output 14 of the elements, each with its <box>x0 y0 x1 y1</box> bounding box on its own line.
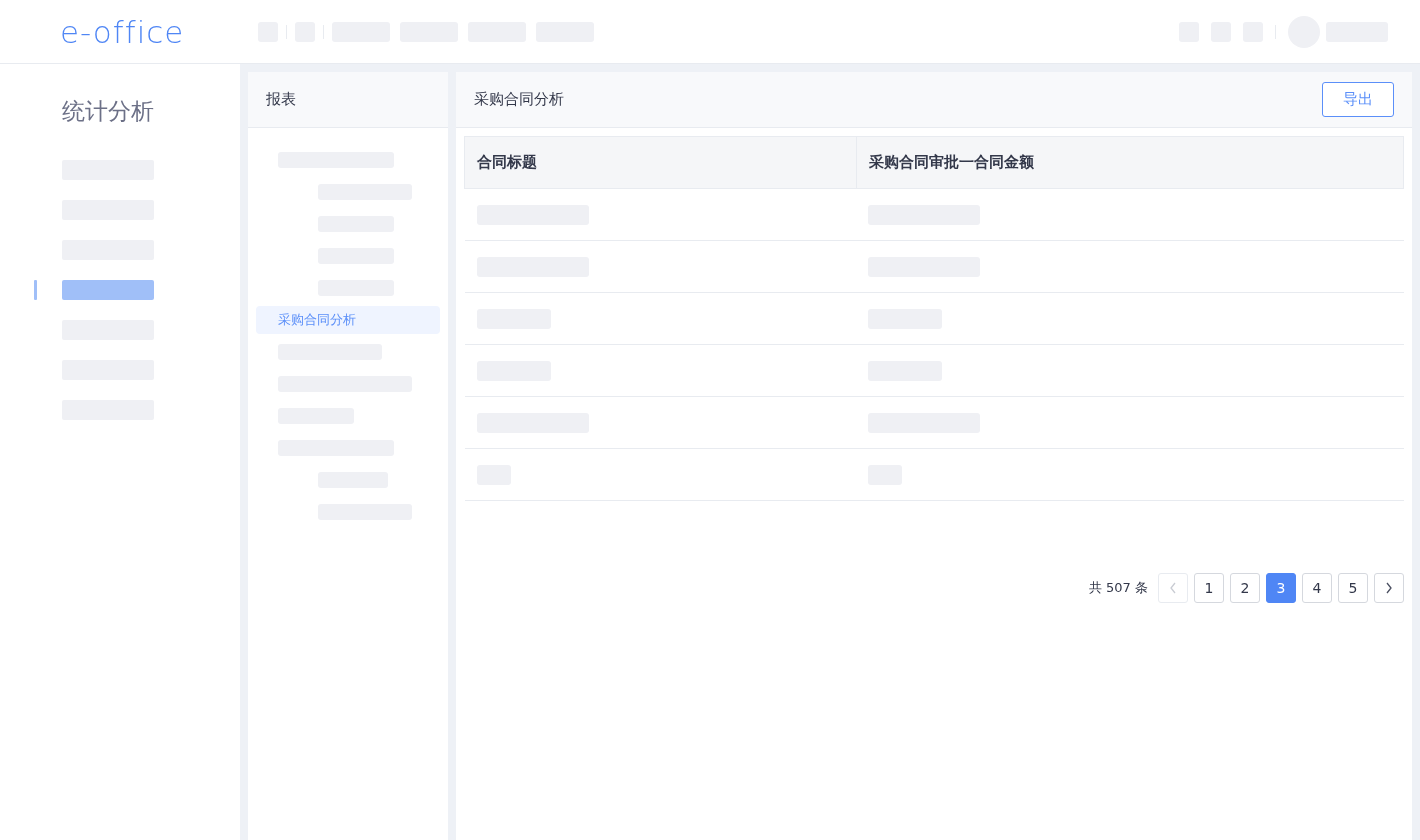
page-button[interactable]: 5 <box>1338 573 1368 603</box>
panel-title: 采购合同分析 <box>474 90 564 109</box>
page-button[interactable]: 2 <box>1230 573 1260 603</box>
selection-indicator <box>34 280 37 300</box>
column-header: 合同标题 <box>464 136 857 189</box>
panel-title: 报表 <box>248 72 448 128</box>
placeholder-bar[interactable] <box>62 280 154 300</box>
next-page-button[interactable] <box>1374 573 1404 603</box>
total-count: 共 507 条 <box>1088 579 1148 597</box>
sidebar-title: 统计分析 <box>61 97 155 126</box>
page-button[interactable]: 4 <box>1302 573 1332 603</box>
page-button[interactable]: 1 <box>1194 573 1224 603</box>
logo: e-office <box>60 13 186 50</box>
column-header: 采购合同审批一合同金额 <box>856 136 1404 189</box>
